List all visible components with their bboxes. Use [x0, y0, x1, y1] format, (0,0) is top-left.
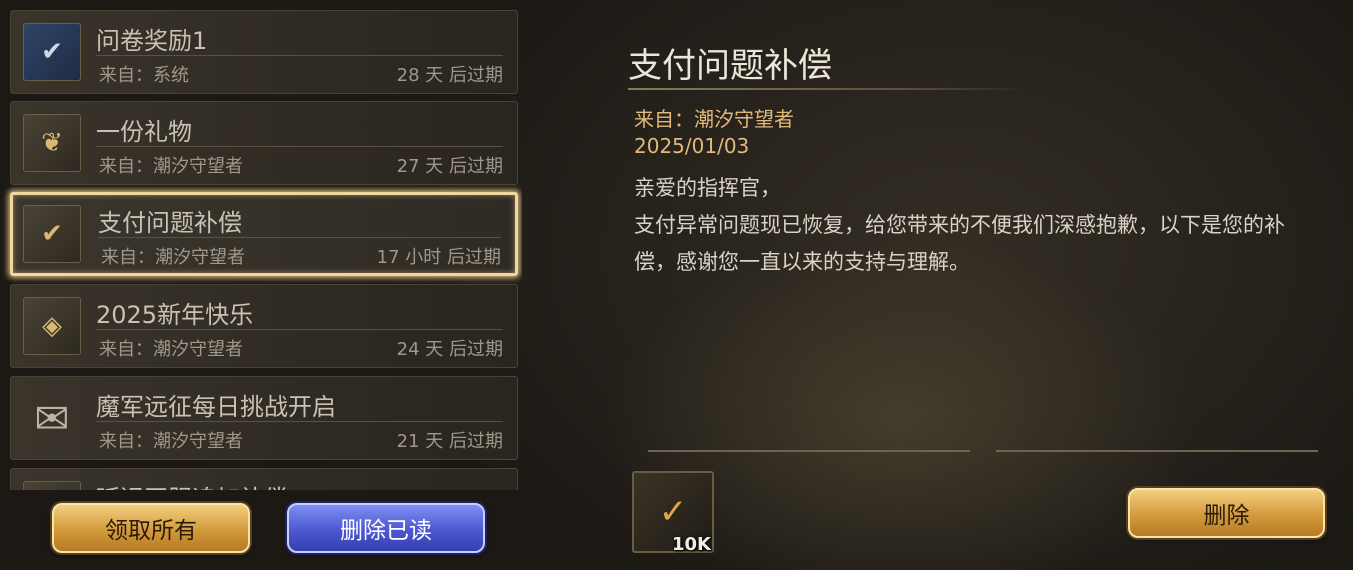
mail-greeting: 亲爱的指挥官， — [634, 176, 781, 200]
mail-item[interactable]: ✉ 魔军远征每日挑战开启 来自：潮汐守望者 21 天 后过期 — [10, 376, 518, 460]
mail-expiry: 27 天 后过期 — [396, 156, 503, 177]
mail-detail-title: 支付问题补偿 — [628, 46, 832, 86]
mail-item[interactable]: ✔ 问卷奖励1 来自：系统 28 天 后过期 — [10, 10, 518, 94]
mail-sender: 来自：潮汐守望者 — [101, 247, 245, 268]
mail-detail-date: 2025/01/03 — [634, 134, 750, 158]
mail-item[interactable]: ◈ 2025新年快乐 来自：潮汐守望者 24 天 后过期 — [10, 284, 518, 368]
mail-title: 一份礼物 — [96, 118, 192, 146]
badge-icon: ◈ — [23, 297, 81, 355]
divider — [96, 146, 503, 147]
mail-title: 问卷奖励1 — [96, 27, 208, 55]
envelope-icon: ✉ — [34, 393, 70, 443]
mail-title: 延迟开服追加补偿 — [96, 479, 288, 490]
divider — [628, 88, 1028, 90]
mail-expiry: 28 天 后过期 — [396, 65, 503, 86]
mail-expiry: 17 小时 后过期 — [376, 247, 501, 268]
claim-all-button[interactable]: 领取所有 — [52, 503, 250, 553]
mail-expiry: 21 天 后过期 — [396, 431, 503, 452]
divider — [996, 450, 1318, 452]
delete-read-button[interactable]: 删除已读 — [287, 503, 485, 553]
divider — [96, 55, 503, 56]
gift-scroll-icon: ❦ — [23, 114, 81, 172]
mail-title: 支付问题补偿 — [98, 209, 242, 237]
mail-detail-body: 亲爱的指挥官， 支付异常问题现已恢复，给您带来的不便我们深感抱歉，以下是您的补偿… — [634, 170, 1294, 281]
shield-check-icon: ✔ — [23, 23, 81, 81]
divider — [98, 237, 501, 238]
reward-count: 10K — [672, 534, 711, 555]
mail-title: 2025新年快乐 — [96, 301, 254, 329]
shield-check-icon: ✔ — [23, 481, 81, 490]
divider — [96, 329, 503, 330]
mail-list[interactable]: ✔ 问卷奖励1 来自：系统 28 天 后过期 ❦ 一份礼物 来自：潮汐守望者 2… — [0, 0, 522, 490]
mail-expiry: 24 天 后过期 — [396, 339, 503, 360]
mail-content: 支付异常问题现已恢复，给您带来的不便我们深感抱歉，以下是您的补偿，感谢您一直以来… — [634, 213, 1285, 274]
shield-check-icon: ✔ — [23, 205, 81, 263]
mail-sender: 来自：潮汐守望者 — [99, 431, 243, 452]
mail-title: 魔军远征每日挑战开启 — [96, 393, 336, 421]
mail-item-selected[interactable]: ✔ 支付问题补偿 来自：潮汐守望者 17 小时 后过期 — [10, 192, 518, 276]
mail-sender: 来自：系统 — [99, 65, 189, 86]
divider — [96, 421, 503, 422]
mail-sender: 来自：潮汐守望者 — [99, 156, 243, 177]
mail-item[interactable]: ❦ 一份礼物 来自：潮汐守望者 27 天 后过期 — [10, 101, 518, 185]
mail-item[interactable]: ✔ 延迟开服追加补偿 — [10, 468, 518, 490]
delete-button[interactable]: 删除 — [1128, 488, 1325, 538]
mail-detail-sender: 来自：潮汐守望者 — [634, 107, 794, 131]
divider — [648, 450, 970, 452]
mail-sender: 来自：潮汐守望者 — [99, 339, 243, 360]
card-check-icon: ✓ — [658, 492, 688, 532]
